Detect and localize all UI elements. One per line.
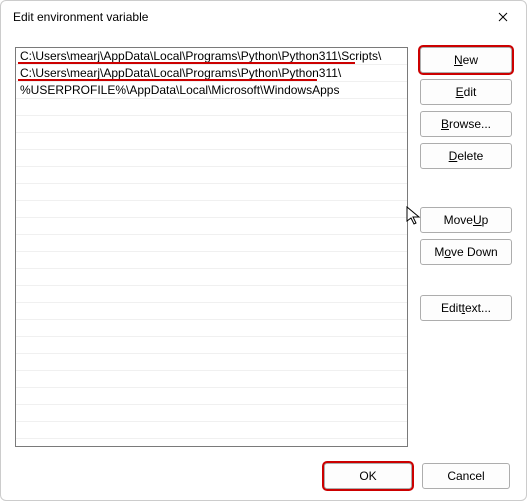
window-title: Edit environment variable bbox=[13, 10, 148, 24]
list-item[interactable] bbox=[16, 218, 407, 235]
list-item[interactable] bbox=[16, 388, 407, 405]
list-item[interactable] bbox=[16, 235, 407, 252]
list-item[interactable] bbox=[16, 354, 407, 371]
label: Edit bbox=[441, 301, 462, 315]
bottom-bar: OK Cancel bbox=[1, 452, 526, 500]
label: ve Down bbox=[451, 245, 498, 259]
content-area: C:\Users\mearj\AppData\Local\Programs\Py… bbox=[1, 33, 526, 452]
list-item[interactable] bbox=[16, 371, 407, 388]
mnemonic: o bbox=[444, 245, 451, 259]
move-down-button[interactable]: Move Down bbox=[420, 239, 512, 265]
list-item[interactable]: C:\Users\mearj\AppData\Local\Programs\Py… bbox=[16, 48, 407, 65]
list-item[interactable] bbox=[16, 133, 407, 150]
mnemonic: B bbox=[441, 117, 449, 131]
list-item[interactable] bbox=[16, 201, 407, 218]
list-item[interactable] bbox=[16, 320, 407, 337]
close-icon bbox=[498, 12, 508, 22]
list-item[interactable] bbox=[16, 286, 407, 303]
list-item[interactable] bbox=[16, 303, 407, 320]
list-item[interactable]: C:\Users\mearj\AppData\Local\Programs\Py… bbox=[16, 65, 407, 82]
label: ext... bbox=[465, 301, 491, 315]
edit-button[interactable]: Edit bbox=[420, 79, 512, 105]
label: Move bbox=[444, 213, 473, 227]
mnemonic: N bbox=[454, 53, 463, 67]
label: M bbox=[434, 245, 444, 259]
cancel-button[interactable]: Cancel bbox=[422, 463, 510, 489]
list-item[interactable] bbox=[16, 184, 407, 201]
path-listbox[interactable]: C:\Users\mearj\AppData\Local\Programs\Py… bbox=[15, 47, 408, 447]
browse-button[interactable]: Browse... bbox=[420, 111, 512, 137]
list-item[interactable]: %USERPROFILE%\AppData\Local\Microsoft\Wi… bbox=[16, 82, 407, 99]
button-sidebar: New Edit Browse... Delete Move Up Move D… bbox=[420, 47, 512, 452]
list-item[interactable] bbox=[16, 252, 407, 269]
list-item[interactable] bbox=[16, 150, 407, 167]
list-item[interactable] bbox=[16, 99, 407, 116]
list-item[interactable] bbox=[16, 337, 407, 354]
new-button[interactable]: New bbox=[420, 47, 512, 73]
list-item[interactable] bbox=[16, 405, 407, 422]
edit-text-button[interactable]: Edit text... bbox=[420, 295, 512, 321]
dialog-window: Edit environment variable C:\Users\mearj… bbox=[0, 0, 527, 501]
move-up-button[interactable]: Move Up bbox=[420, 207, 512, 233]
titlebar: Edit environment variable bbox=[1, 1, 526, 33]
list-wrap: C:\Users\mearj\AppData\Local\Programs\Py… bbox=[15, 47, 408, 452]
label: elete bbox=[457, 149, 483, 163]
mnemonic: D bbox=[449, 149, 458, 163]
ok-button[interactable]: OK bbox=[324, 463, 412, 489]
list-item[interactable] bbox=[16, 116, 407, 133]
list-item[interactable] bbox=[16, 269, 407, 286]
mnemonic: U bbox=[473, 213, 482, 227]
label: ew bbox=[463, 53, 478, 67]
label: p bbox=[482, 213, 489, 227]
label: dit bbox=[464, 85, 477, 99]
label: rowse... bbox=[449, 117, 491, 131]
list-item[interactable] bbox=[16, 167, 407, 184]
list-item[interactable] bbox=[16, 422, 407, 439]
mnemonic: E bbox=[456, 85, 464, 99]
close-button[interactable] bbox=[480, 1, 526, 33]
delete-button[interactable]: Delete bbox=[420, 143, 512, 169]
